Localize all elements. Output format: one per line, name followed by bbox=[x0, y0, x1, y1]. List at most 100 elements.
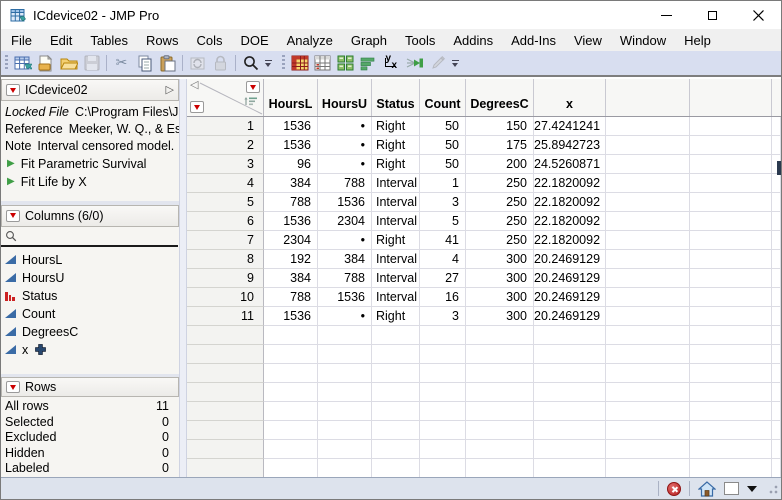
lock-button[interactable] bbox=[209, 52, 232, 74]
cell-hoursl[interactable]: 788 bbox=[264, 193, 318, 212]
column-header-degreesc[interactable]: DegreesC bbox=[466, 79, 534, 116]
paste-button[interactable] bbox=[156, 52, 179, 74]
cell-hoursl[interactable]: 788 bbox=[264, 288, 318, 307]
row-number-cell[interactable]: 8 bbox=[187, 250, 264, 269]
row-number-cell[interactable]: 4 bbox=[187, 174, 264, 193]
cell-x[interactable]: 20.2469129 bbox=[534, 250, 606, 269]
menu-tables[interactable]: Tables bbox=[81, 29, 137, 51]
cell-degreesc[interactable]: 175 bbox=[466, 136, 534, 155]
tile-windows-button[interactable] bbox=[334, 52, 357, 74]
column-item-degreesc[interactable]: DegreesC bbox=[1, 323, 179, 341]
tabulate-button[interactable] bbox=[311, 52, 334, 74]
columns-search-input[interactable] bbox=[21, 228, 151, 243]
cell-hoursu[interactable]: 2304 bbox=[318, 212, 372, 231]
cell-hoursu[interactable]: 1536 bbox=[318, 193, 372, 212]
cell-degreesc[interactable]: 250 bbox=[466, 193, 534, 212]
cut-button[interactable]: ✂ bbox=[110, 52, 133, 74]
cell-status[interactable]: Interval bbox=[372, 193, 420, 212]
cell-count[interactable]: 5 bbox=[420, 212, 466, 231]
cell-x[interactable]: 22.1820092 bbox=[534, 231, 606, 250]
cell-degreesc[interactable]: 300 bbox=[466, 288, 534, 307]
row-number-cell[interactable]: 9 bbox=[187, 269, 264, 288]
column-item-hoursu[interactable]: HoursU bbox=[1, 269, 179, 287]
column-header-status[interactable]: Status bbox=[372, 79, 420, 116]
cell-x[interactable]: 22.1820092 bbox=[534, 193, 606, 212]
red-triangle-button[interactable] bbox=[6, 84, 20, 96]
cell-hoursu[interactable]: • bbox=[318, 117, 372, 136]
cell-status[interactable]: Interval bbox=[372, 250, 420, 269]
cell-hoursl[interactable]: 384 bbox=[264, 174, 318, 193]
row-number-cell[interactable]: 3 bbox=[187, 155, 264, 174]
run-script-play-icon[interactable]: ▶ bbox=[7, 177, 15, 187]
graph-builder-button[interactable] bbox=[357, 52, 380, 74]
cell-degreesc[interactable]: 300 bbox=[466, 250, 534, 269]
red-triangle-button[interactable] bbox=[6, 381, 20, 394]
cell-hoursl[interactable]: 96 bbox=[264, 155, 318, 174]
cell-x[interactable]: 20.2469129 bbox=[534, 307, 606, 326]
fit-y-by-x-button[interactable]: y x bbox=[380, 52, 403, 74]
cell-hoursl[interactable]: 192 bbox=[264, 250, 318, 269]
cell-count[interactable]: 16 bbox=[420, 288, 466, 307]
window-list-box[interactable] bbox=[724, 482, 739, 495]
menu-add-ins[interactable]: Add-Ins bbox=[502, 29, 565, 51]
cell-status[interactable]: Right bbox=[372, 155, 420, 174]
cell-x[interactable]: 24.5260871 bbox=[534, 155, 606, 174]
close-button[interactable] bbox=[735, 1, 781, 29]
cell-hoursu[interactable]: • bbox=[318, 155, 372, 174]
menu-rows[interactable]: Rows bbox=[137, 29, 188, 51]
cell-degreesc[interactable]: 250 bbox=[466, 231, 534, 250]
disclosure-icon[interactable]: ▷ bbox=[166, 84, 174, 96]
cell-degreesc[interactable]: 200 bbox=[466, 155, 534, 174]
menu-graph[interactable]: Graph bbox=[342, 29, 396, 51]
cell-count[interactable]: 3 bbox=[420, 307, 466, 326]
menu-analyze[interactable]: Analyze bbox=[278, 29, 342, 51]
cell-count[interactable]: 50 bbox=[420, 136, 466, 155]
search-button[interactable] bbox=[239, 52, 262, 74]
cell-hoursu[interactable]: 1536 bbox=[318, 288, 372, 307]
run-script-play-icon[interactable]: ▶ bbox=[7, 159, 15, 169]
cell-x[interactable]: 27.4241241 bbox=[534, 117, 606, 136]
menu-file[interactable]: File bbox=[2, 29, 41, 51]
column-header-hoursu[interactable]: HoursU bbox=[318, 79, 372, 116]
cell-x[interactable]: 22.1820092 bbox=[534, 212, 606, 231]
save-button[interactable] bbox=[80, 52, 103, 74]
edit-script-button[interactable] bbox=[426, 52, 449, 74]
row-number-cell[interactable]: 1 bbox=[187, 117, 264, 136]
cell-count[interactable]: 41 bbox=[420, 231, 466, 250]
cell-status[interactable]: Right bbox=[372, 307, 420, 326]
red-triangle-button[interactable] bbox=[6, 209, 20, 222]
cell-hoursl[interactable]: 1536 bbox=[264, 307, 318, 326]
row-number-cell[interactable]: 11 bbox=[187, 307, 264, 326]
cell-count[interactable]: 50 bbox=[420, 117, 466, 136]
update-table-button[interactable] bbox=[186, 52, 209, 74]
home-window-icon[interactable] bbox=[698, 480, 716, 497]
resize-grip[interactable] bbox=[767, 482, 779, 495]
new-journal-button[interactable] bbox=[34, 52, 57, 74]
table-script-fit-life-by-x[interactable]: ▶ Fit Life by X bbox=[5, 173, 179, 191]
toolbar-grip[interactable] bbox=[282, 55, 285, 71]
row-number-cell[interactable]: 5 bbox=[187, 193, 264, 212]
toolbar-grip[interactable] bbox=[5, 55, 8, 71]
cell-hoursl[interactable]: 384 bbox=[264, 269, 318, 288]
cell-degreesc[interactable]: 300 bbox=[466, 269, 534, 288]
column-header-count[interactable]: Count bbox=[420, 79, 466, 116]
cell-hoursu[interactable]: 384 bbox=[318, 250, 372, 269]
cell-degreesc[interactable]: 250 bbox=[466, 212, 534, 231]
menu-help[interactable]: Help bbox=[675, 29, 720, 51]
toolbar-overflow-button[interactable] bbox=[449, 52, 461, 74]
row-number-cell[interactable]: 2 bbox=[187, 136, 264, 155]
column-header-hoursl[interactable]: HoursL bbox=[264, 79, 318, 116]
vertical-scrollbar-thumb[interactable] bbox=[777, 161, 781, 175]
menu-cols[interactable]: Cols bbox=[187, 29, 231, 51]
row-number-cell[interactable]: 6 bbox=[187, 212, 264, 231]
cell-hoursl[interactable]: 1536 bbox=[264, 117, 318, 136]
cell-status[interactable]: Interval bbox=[372, 288, 420, 307]
menu-edit[interactable]: Edit bbox=[41, 29, 81, 51]
cell-status[interactable]: Right bbox=[372, 136, 420, 155]
cell-degreesc[interactable]: 300 bbox=[466, 307, 534, 326]
row-number-cell[interactable]: 10 bbox=[187, 288, 264, 307]
column-item-count[interactable]: Count bbox=[1, 305, 179, 323]
row-number-cell[interactable]: 7 bbox=[187, 231, 264, 250]
cell-degreesc[interactable]: 250 bbox=[466, 174, 534, 193]
column-item-status[interactable]: Status bbox=[1, 287, 179, 305]
